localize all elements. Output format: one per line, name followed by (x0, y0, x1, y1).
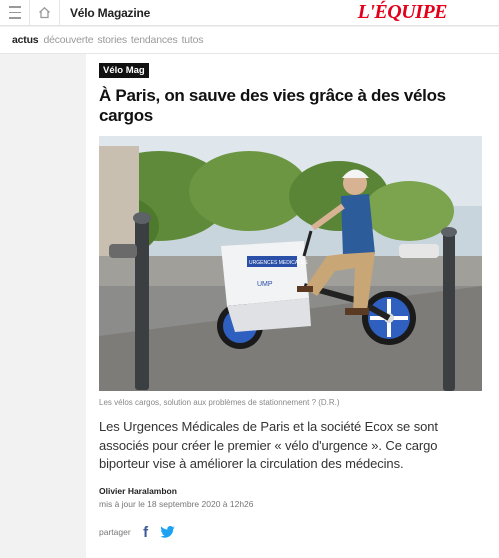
subnav-item-decouverte[interactable]: découverte (43, 34, 93, 46)
cargo-box-logo: UMP (257, 281, 273, 288)
section-title[interactable]: Vélo Magazine (60, 6, 150, 20)
lequipe-logo[interactable]: L'ÉQUIPE (358, 1, 448, 24)
subnav-item-actus[interactable]: actus (12, 34, 39, 46)
article-title: À Paris, on sauve des vies grâce à des v… (99, 86, 446, 125)
article-date: mis à jour le 18 septembre 2020 à 12h26 (99, 499, 254, 509)
share-label: partager (99, 527, 131, 537)
subnav-item-tutos[interactable]: tutos (182, 34, 204, 46)
article-card: Vélo Mag À Paris, on sauve des vies grâc… (86, 54, 499, 558)
twitter-icon[interactable] (159, 526, 175, 538)
share-bar: partager f (99, 524, 175, 541)
photo-caption: Les vélos cargos, solution aux problèmes… (99, 398, 340, 407)
article-author[interactable]: Olivier Haralambon (99, 486, 177, 496)
hamburger-icon[interactable] (0, 0, 30, 26)
article-tag[interactable]: Vélo Mag (99, 63, 149, 78)
article-lead: Les Urgences Médicales de Paris et la so… (99, 419, 438, 471)
article-photo: URGENCES MEDICALES UMP (99, 136, 482, 391)
facebook-icon[interactable]: f (141, 524, 151, 541)
sub-navigation: actus découverte stories tendances tutos (0, 27, 499, 54)
subnav-item-stories[interactable]: stories (97, 34, 127, 46)
cargo-box-label: URGENCES MEDICALES (249, 260, 308, 266)
top-bar: Vélo Magazine L'ÉQUIPE (0, 0, 499, 26)
subnav-item-tendances[interactable]: tendances (131, 34, 178, 46)
home-icon[interactable] (30, 0, 60, 26)
